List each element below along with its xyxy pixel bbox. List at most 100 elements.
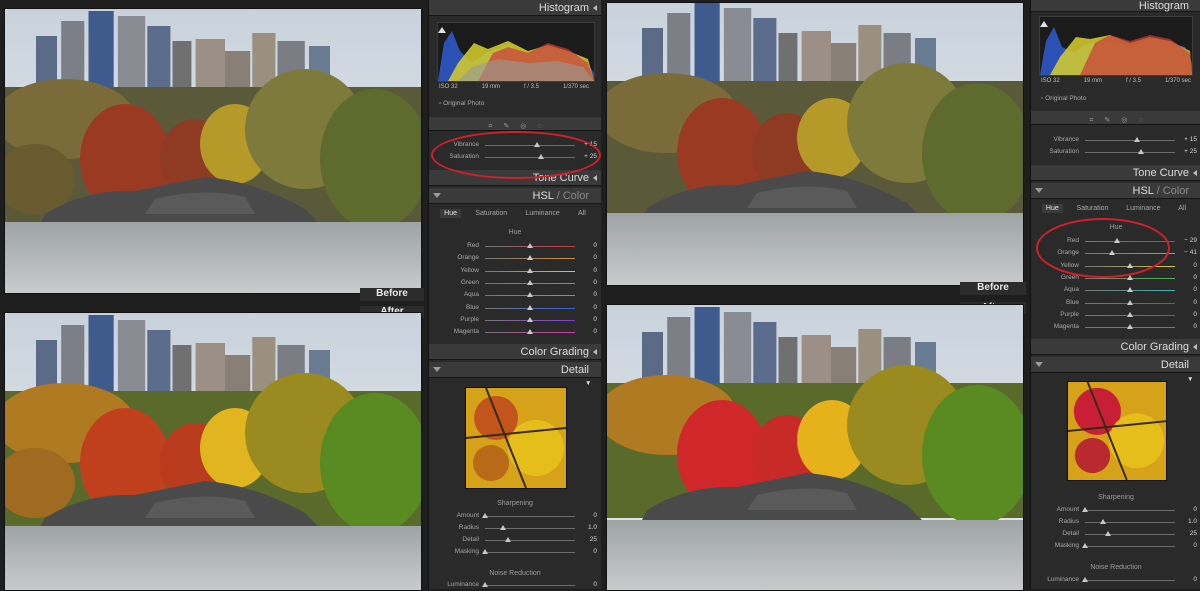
slider-thumb[interactable] xyxy=(527,316,533,322)
slider-row-orange[interactable]: Orange 0 xyxy=(429,252,601,264)
slider-value[interactable]: 0 xyxy=(593,252,597,264)
slider-row-aqua[interactable]: Aqua 0 xyxy=(1031,284,1200,296)
redeye-icon[interactable]: ◎ xyxy=(1121,117,1127,124)
slider-row-masking[interactable]: Masking 0 xyxy=(1031,540,1200,552)
slider-row-purple[interactable]: Purple 0 xyxy=(429,314,601,326)
crop-icon[interactable]: ⌗ xyxy=(488,123,492,130)
slider-thumb[interactable] xyxy=(527,279,533,285)
slider-row-amount[interactable]: Amount 0 xyxy=(429,510,601,522)
slider-value[interactable]: 0 xyxy=(1193,309,1197,321)
slider-value[interactable]: 0 xyxy=(1193,284,1197,296)
tab-all[interactable]: All xyxy=(574,209,590,218)
slider-track[interactable] xyxy=(485,528,575,529)
slider-thumb[interactable] xyxy=(527,255,533,261)
slider-row-luminance[interactable]: Luminance 0 xyxy=(429,579,601,589)
slider-thumb[interactable] xyxy=(1082,543,1088,548)
slider-row-blue[interactable]: Blue 0 xyxy=(429,302,601,314)
slider-value[interactable]: 0 xyxy=(593,265,597,277)
color-grading-header[interactable]: Color Grading xyxy=(429,344,601,360)
slider-row-luminance[interactable]: Luminance 0 xyxy=(1031,574,1200,586)
slider-row-detail[interactable]: Detail 25 xyxy=(429,534,601,546)
detail-header[interactable]: Detail xyxy=(1031,357,1200,373)
slider-thumb[interactable] xyxy=(504,537,511,542)
slider-row-blue[interactable]: Blue 0 xyxy=(1031,297,1200,309)
slider-value[interactable]: 0 xyxy=(593,240,597,252)
slider-row-detail[interactable]: Detail 25 xyxy=(1031,528,1200,540)
tone-curve-header[interactable]: Tone Curve xyxy=(1031,165,1200,181)
slider-track[interactable] xyxy=(485,516,575,517)
slider-track[interactable] xyxy=(1085,140,1175,141)
slider-value[interactable]: 0 xyxy=(1193,297,1197,309)
slider-track[interactable] xyxy=(1085,522,1175,523)
slider-thumb[interactable] xyxy=(1082,507,1088,512)
tab-hue[interactable]: Hue xyxy=(1041,204,1063,213)
detail-caret-icon[interactable]: ▼ xyxy=(1187,376,1193,383)
slider-row-red[interactable]: Red 0 xyxy=(429,240,601,252)
slider-row-magenta[interactable]: Magenta 0 xyxy=(1031,321,1200,333)
tab-luminance[interactable]: Luminance xyxy=(1122,204,1164,213)
slider-value[interactable]: 0 xyxy=(1193,540,1197,552)
slider-value[interactable]: + 15 xyxy=(1184,134,1197,146)
slider-value[interactable]: − 41 xyxy=(1184,247,1197,259)
slider-thumb[interactable] xyxy=(1127,311,1133,317)
slider-thumb[interactable] xyxy=(527,292,533,298)
slider-thumb[interactable] xyxy=(1127,324,1133,330)
slider-value[interactable]: 1.0 xyxy=(588,522,597,534)
slider-value[interactable]: 0 xyxy=(1193,260,1197,272)
slider-thumb[interactable] xyxy=(500,525,506,530)
histogram-header[interactable]: Histogram xyxy=(1031,0,1200,12)
slider-thumb[interactable] xyxy=(1104,531,1111,536)
slider-value[interactable]: 1.0 xyxy=(1188,516,1197,528)
mask-icon[interactable]: ◌ xyxy=(1138,117,1142,124)
slider-thumb[interactable] xyxy=(1133,137,1140,142)
slider-value[interactable]: 0 xyxy=(593,579,597,589)
tab-hue[interactable]: Hue xyxy=(440,209,461,218)
slider-value[interactable]: 0 xyxy=(593,277,597,289)
slider-thumb[interactable] xyxy=(1127,299,1133,305)
slider-row-masking[interactable]: Masking 0 xyxy=(429,546,601,558)
slider-track[interactable] xyxy=(485,540,575,541)
slider-track[interactable] xyxy=(1085,152,1175,153)
color-grading-header[interactable]: Color Grading xyxy=(1031,339,1200,355)
slider-row-radius[interactable]: Radius 1.0 xyxy=(1031,516,1200,528)
slider-row-yellow[interactable]: Yellow 0 xyxy=(429,265,601,277)
slider-row-aqua[interactable]: Aqua 0 xyxy=(429,289,601,301)
detail-preview[interactable] xyxy=(465,387,567,489)
slider-value[interactable]: 0 xyxy=(1193,504,1197,516)
crop-icon[interactable]: ⌗ xyxy=(1089,117,1093,124)
slider-row-purple[interactable]: Purple 0 xyxy=(1031,309,1200,321)
slider-thumb[interactable] xyxy=(527,329,533,335)
slider-thumb[interactable] xyxy=(1127,287,1133,293)
slider-row-green[interactable]: Green 0 xyxy=(429,277,601,289)
hsl-header[interactable]: HSL / Color xyxy=(429,188,601,204)
slider-value[interactable]: 0 xyxy=(593,326,597,338)
slider-thumb[interactable] xyxy=(482,513,488,518)
slider-value[interactable]: 0 xyxy=(593,314,597,326)
mask-icon[interactable]: ◌ xyxy=(537,123,541,130)
slider-thumb[interactable] xyxy=(482,582,488,587)
slider-thumb[interactable] xyxy=(1100,519,1106,524)
slider-value[interactable]: 0 xyxy=(1193,272,1197,284)
hsl-header[interactable]: HSL / Color xyxy=(1031,183,1200,199)
slider-row-vibrance[interactable]: Vibrance + 15 xyxy=(1031,134,1200,146)
slider-track[interactable] xyxy=(1085,546,1175,547)
redeye-icon[interactable]: ◎ xyxy=(520,123,526,130)
slider-value[interactable]: 0 xyxy=(1193,574,1197,586)
slider-value[interactable]: 0 xyxy=(593,302,597,314)
slider-row-magenta[interactable]: Magenta 0 xyxy=(429,326,601,338)
slider-value[interactable]: 0 xyxy=(593,510,597,522)
detail-caret-icon[interactable]: ▼ xyxy=(585,380,591,387)
brush-icon[interactable]: ✎ xyxy=(503,123,509,130)
slider-value[interactable]: − 29 xyxy=(1184,235,1197,247)
slider-thumb[interactable] xyxy=(1138,149,1145,154)
tab-all[interactable]: All xyxy=(1174,204,1190,213)
slider-value[interactable]: 0 xyxy=(1193,321,1197,333)
slider-value[interactable]: 25 xyxy=(590,534,597,546)
tab-saturation[interactable]: Saturation xyxy=(471,209,511,218)
slider-row-radius[interactable]: Radius 1.0 xyxy=(429,522,601,534)
slider-value[interactable]: + 25 xyxy=(1184,146,1197,158)
slider-value[interactable]: 0 xyxy=(593,546,597,558)
detail-header[interactable]: Detail xyxy=(429,362,601,378)
slider-track[interactable] xyxy=(485,552,575,553)
slider-thumb[interactable] xyxy=(527,243,533,248)
